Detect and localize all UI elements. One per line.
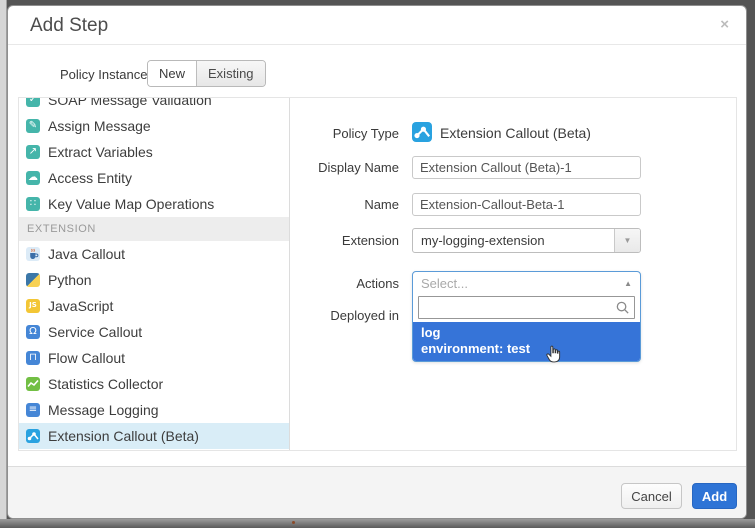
page-behind-bottom-band xyxy=(0,519,755,528)
list-item-label: Extension Callout (Beta) xyxy=(48,428,199,444)
actions-placeholder: Select... xyxy=(421,276,468,291)
list-item-label: JavaScript xyxy=(48,298,113,314)
access-entity-icon: ☁ xyxy=(26,171,40,185)
list-item-access-entity[interactable]: ☁ Access Entity xyxy=(19,165,289,191)
list-item-label: SOAP Message Validation xyxy=(48,98,212,108)
list-item-label: Key Value Map Operations xyxy=(48,196,214,212)
deployed-in-label: Deployed in xyxy=(291,308,399,323)
policy-type-list: ✓ SOAP Message Validation ✎ Assign Messa… xyxy=(19,98,290,450)
service-callout-icon: Ω xyxy=(26,325,40,339)
display-name-field[interactable] xyxy=(412,156,641,179)
policy-instance-new-button[interactable]: New xyxy=(148,61,196,86)
chevron-down-icon: ▼ xyxy=(624,236,632,245)
key-value-map-icon: ∷ xyxy=(26,197,40,211)
assign-message-icon: ✎ xyxy=(26,119,40,133)
dialog-footer: Cancel Add xyxy=(8,466,746,518)
list-item-soap-message-validation[interactable]: ✓ SOAP Message Validation xyxy=(19,98,289,113)
actions-search xyxy=(418,296,635,319)
list-item-label: Extract Variables xyxy=(48,144,153,160)
policy-config-form: Policy Type Extension Callout (Beta) Dis… xyxy=(291,98,736,450)
dialog-header: Add Step × xyxy=(8,6,746,45)
message-logging-icon: ≡ xyxy=(26,403,40,417)
dialog-title: Add Step xyxy=(30,15,108,37)
flow-callout-icon: ⊓ xyxy=(26,351,40,365)
extension-select[interactable]: my-logging-extension ▼ xyxy=(412,228,641,253)
add-button[interactable]: Add xyxy=(692,483,737,509)
display-name-label: Display Name xyxy=(291,160,399,175)
actions-option-log[interactable]: log environment: test xyxy=(413,322,640,361)
javascript-icon: JS xyxy=(26,299,40,313)
list-item-service-callout[interactable]: Ω Service Callout xyxy=(19,319,289,345)
policy-instance-label: Policy Instance xyxy=(60,67,147,82)
add-step-dialog: Add Step × Policy Instance New Existing … xyxy=(7,5,747,519)
list-item-label: Message Logging xyxy=(48,402,159,418)
policy-type-value: Extension Callout (Beta) xyxy=(440,125,591,141)
statistics-collector-icon xyxy=(26,377,40,391)
cancel-button[interactable]: Cancel xyxy=(621,483,682,509)
actions-dropdown: Select... ▲ log environment: test xyxy=(412,271,641,362)
actions-label: Actions xyxy=(291,276,399,291)
page-behind-detail xyxy=(292,521,295,524)
list-item-key-value-map-operations[interactable]: ∷ Key Value Map Operations xyxy=(19,191,289,217)
list-item-label: Flow Callout xyxy=(48,350,125,366)
soap-message-validation-icon: ✓ xyxy=(26,98,40,107)
actions-option-name: log xyxy=(421,325,632,341)
python-icon xyxy=(26,273,40,287)
actions-option-environment: environment: test xyxy=(421,341,632,357)
list-item-java-callout[interactable]: Java Callout xyxy=(19,241,289,267)
list-item-statistics-collector[interactable]: Statistics Collector xyxy=(19,371,289,397)
list-item-flow-callout[interactable]: ⊓ Flow Callout xyxy=(19,345,289,371)
list-item-label: Python xyxy=(48,272,92,288)
list-item-javascript[interactable]: JS JavaScript xyxy=(19,293,289,319)
actions-dropdown-control[interactable]: Select... ▲ xyxy=(413,272,640,295)
policy-type-label: Policy Type xyxy=(291,126,399,141)
extension-section-header: EXTENSION xyxy=(19,217,289,241)
extension-label: Extension xyxy=(291,233,399,248)
list-item-label: Java Callout xyxy=(48,246,125,262)
dialog-body: ✓ SOAP Message Validation ✎ Assign Messa… xyxy=(18,97,737,451)
chevron-up-icon: ▲ xyxy=(624,279,632,288)
list-item-message-logging[interactable]: ≡ Message Logging xyxy=(19,397,289,423)
page-behind-left-strip xyxy=(0,0,7,519)
search-icon xyxy=(615,300,630,320)
list-item-label: Service Callout xyxy=(48,324,142,340)
java-callout-icon xyxy=(26,247,40,261)
name-field[interactable] xyxy=(412,193,641,216)
list-item-label: Access Entity xyxy=(48,170,132,186)
extract-variables-icon: ↗ xyxy=(26,145,40,159)
list-item-extract-variables[interactable]: ↗ Extract Variables xyxy=(19,139,289,165)
list-item-python[interactable]: Python xyxy=(19,267,289,293)
list-item-label: Statistics Collector xyxy=(48,376,163,392)
extension-select-dropdown-button[interactable]: ▼ xyxy=(614,229,640,252)
policy-instance-toggle: New Existing xyxy=(147,60,266,87)
list-item-label: Assign Message xyxy=(48,118,151,134)
close-icon[interactable]: × xyxy=(720,17,729,32)
extension-callout-icon xyxy=(412,122,432,142)
actions-search-input[interactable] xyxy=(418,296,635,319)
list-item-extension-callout-beta[interactable]: Extension Callout (Beta) xyxy=(19,423,289,449)
policy-instance-existing-button[interactable]: Existing xyxy=(196,61,265,86)
name-label: Name xyxy=(291,197,399,212)
extension-select-value: my-logging-extension xyxy=(413,229,614,252)
extension-callout-icon xyxy=(26,429,40,443)
list-item-assign-message[interactable]: ✎ Assign Message xyxy=(19,113,289,139)
